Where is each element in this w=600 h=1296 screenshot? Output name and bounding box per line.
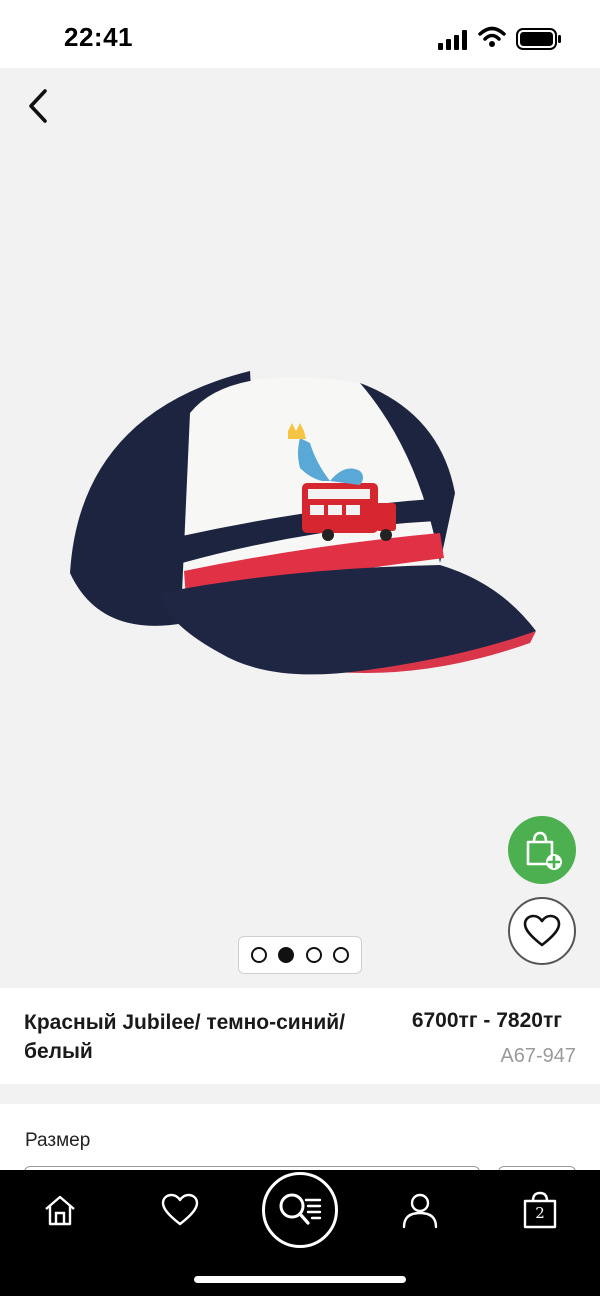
home-icon: [45, 1195, 75, 1226]
section-divider: [0, 1084, 600, 1104]
pager-dot-active[interactable]: [278, 947, 295, 963]
status-bar: 22:41: [0, 0, 600, 68]
size-section: Размер: [0, 1104, 600, 1174]
heart-icon: [523, 914, 561, 947]
home-indicator: [194, 1276, 406, 1283]
product-name: Красный Jubilee/ темно-синий/белый: [24, 1011, 346, 1063]
size-label: Размер: [25, 1130, 91, 1151]
pager-dot[interactable]: [250, 947, 267, 963]
image-pager[interactable]: [238, 936, 362, 974]
battery-icon: [516, 28, 561, 50]
pager-dot[interactable]: [333, 947, 350, 963]
bottom-nav: 2: [0, 1170, 600, 1296]
profile-icon: [402, 1193, 438, 1229]
nav-home[interactable]: [40, 1190, 80, 1230]
product-page: 22:41 Красный Jubilee/ темно-синий/белый…: [0, 0, 600, 1296]
nav-profile[interactable]: [400, 1190, 440, 1230]
chevron-left-icon: [29, 89, 47, 123]
product-info: Красный Jubilee/ темно-синий/белый 6700т…: [0, 988, 600, 1084]
product-image: [70, 371, 536, 675]
back-button[interactable]: [18, 86, 58, 126]
bag-count-badge: 2: [535, 1204, 545, 1222]
bag-plus-icon: [526, 831, 562, 870]
wifi-icon: [478, 26, 506, 47]
search-list-icon: [279, 1193, 322, 1225]
status-time: 22:41: [64, 22, 133, 52]
wishlist-button[interactable]: [508, 897, 576, 965]
add-to-bag-button[interactable]: [508, 816, 576, 884]
nav-search[interactable]: [262, 1172, 338, 1248]
product-price: 6700тг - 7820тг: [411, 1009, 562, 1032]
heart-icon: [161, 1193, 199, 1226]
product-code: A67-947: [500, 1045, 576, 1067]
signal-icon: [438, 30, 467, 50]
product-gallery[interactable]: [0, 68, 600, 988]
nav-bag[interactable]: 2: [520, 1190, 560, 1230]
pager-dot[interactable]: [305, 947, 322, 963]
nav-wishlist[interactable]: [160, 1190, 200, 1230]
